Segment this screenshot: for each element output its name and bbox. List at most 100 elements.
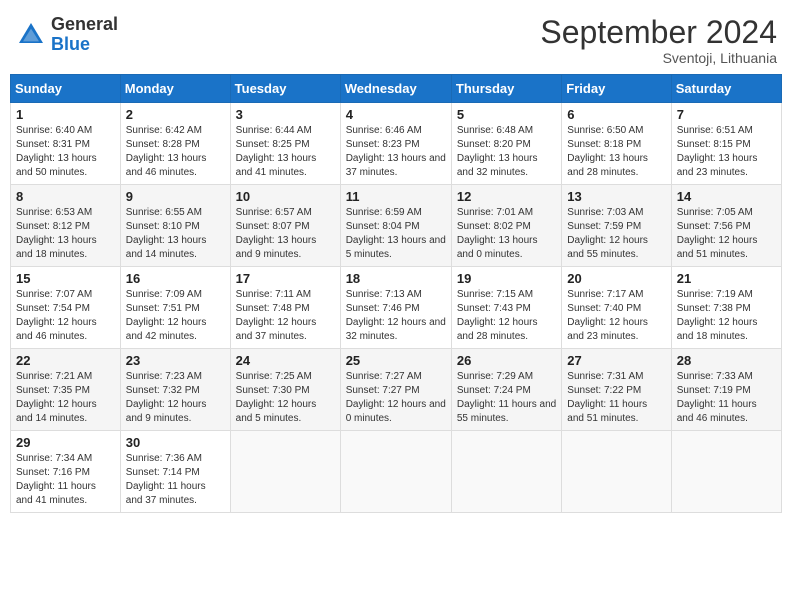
day-number: 11 bbox=[346, 189, 446, 204]
calendar-day-26: 26 Sunrise: 7:29 AMSunset: 7:24 PMDayligh… bbox=[451, 349, 561, 431]
day-info: Sunrise: 7:05 AMSunset: 7:56 PMDaylight:… bbox=[677, 206, 776, 262]
day-number: 30 bbox=[126, 435, 225, 450]
day-number: 13 bbox=[567, 189, 665, 204]
empty-cell bbox=[451, 431, 561, 513]
calendar-day-2: 2 Sunrise: 6:42 AMSunset: 8:28 PMDaylight… bbox=[120, 103, 230, 185]
day-info: Sunrise: 7:27 AMSunset: 7:27 PMDaylight:… bbox=[346, 370, 446, 426]
day-info: Sunrise: 6:44 AMSunset: 8:25 PMDaylight:… bbox=[236, 124, 335, 180]
day-info: Sunrise: 6:57 AMSunset: 8:07 PMDaylight:… bbox=[236, 206, 335, 262]
day-info: Sunrise: 7:29 AMSunset: 7:24 PMDaylight:… bbox=[457, 370, 556, 426]
header-tuesday: Tuesday bbox=[230, 75, 340, 103]
day-info: Sunrise: 6:59 AMSunset: 8:04 PMDaylight:… bbox=[346, 206, 446, 262]
page-header: General Blue September 2024 Sventoji, Li… bbox=[10, 10, 782, 66]
day-info: Sunrise: 7:13 AMSunset: 7:46 PMDaylight:… bbox=[346, 288, 446, 344]
day-info: Sunrise: 7:34 AMSunset: 7:16 PMDaylight:… bbox=[16, 452, 115, 508]
day-info: Sunrise: 7:19 AMSunset: 7:38 PMDaylight:… bbox=[677, 288, 776, 344]
day-number: 17 bbox=[236, 271, 335, 286]
day-info: Sunrise: 6:46 AMSunset: 8:23 PMDaylight:… bbox=[346, 124, 446, 180]
calendar-day-7: 7 Sunrise: 6:51 AMSunset: 8:15 PMDaylight… bbox=[671, 103, 781, 185]
day-number: 23 bbox=[126, 353, 225, 368]
day-number: 16 bbox=[126, 271, 225, 286]
calendar-day-19: 19Sunrise: 7:15 AMSunset: 7:43 PMDayligh… bbox=[451, 267, 561, 349]
day-info: Sunrise: 7:03 AMSunset: 7:59 PMDaylight:… bbox=[567, 206, 665, 262]
calendar-day-25: 25 Sunrise: 7:27 AMSunset: 7:27 PMDayligh… bbox=[340, 349, 451, 431]
calendar-week-1: 1 Sunrise: 6:40 AMSunset: 8:31 PMDaylight… bbox=[11, 103, 782, 185]
day-info: Sunrise: 6:51 AMSunset: 8:15 PMDaylight:… bbox=[677, 124, 776, 180]
day-number: 19 bbox=[457, 271, 556, 286]
day-number: 26 bbox=[457, 353, 556, 368]
empty-cell bbox=[562, 431, 671, 513]
day-number: 15 bbox=[16, 271, 115, 286]
day-number: 8 bbox=[16, 189, 115, 204]
calendar-day-22: 22 Sunrise: 7:21 AMSunset: 7:35 PMDayligh… bbox=[11, 349, 121, 431]
calendar-week-4: 22 Sunrise: 7:21 AMSunset: 7:35 PMDayligh… bbox=[11, 349, 782, 431]
day-info: Sunrise: 6:50 AMSunset: 8:18 PMDaylight:… bbox=[567, 124, 665, 180]
day-number: 20 bbox=[567, 271, 665, 286]
calendar-day-18: 18Sunrise: 7:13 AMSunset: 7:46 PMDayligh… bbox=[340, 267, 451, 349]
day-info: Sunrise: 6:40 AMSunset: 8:31 PMDaylight:… bbox=[16, 124, 115, 180]
day-number: 25 bbox=[346, 353, 446, 368]
day-info: Sunrise: 6:55 AMSunset: 8:10 PMDaylight:… bbox=[126, 206, 225, 262]
calendar-week-3: 15Sunrise: 7:07 AMSunset: 7:54 PMDayligh… bbox=[11, 267, 782, 349]
calendar-table: SundayMondayTuesdayWednesdayThursdayFrid… bbox=[10, 74, 782, 513]
day-info: Sunrise: 6:48 AMSunset: 8:20 PMDaylight:… bbox=[457, 124, 556, 180]
day-number: 28 bbox=[677, 353, 776, 368]
header-sunday: Sunday bbox=[11, 75, 121, 103]
calendar-day-6: 6 Sunrise: 6:50 AMSunset: 8:18 PMDaylight… bbox=[562, 103, 671, 185]
calendar-day-29: 29 Sunrise: 7:34 AMSunset: 7:16 PMDayligh… bbox=[11, 431, 121, 513]
day-number: 22 bbox=[16, 353, 115, 368]
day-number: 6 bbox=[567, 107, 665, 122]
logo: General Blue bbox=[15, 15, 118, 55]
calendar-day-30: 30 Sunrise: 7:36 AMSunset: 7:14 PMDayligh… bbox=[120, 431, 230, 513]
empty-cell bbox=[340, 431, 451, 513]
empty-cell bbox=[230, 431, 340, 513]
day-number: 24 bbox=[236, 353, 335, 368]
calendar-day-10: 10Sunrise: 6:57 AMSunset: 8:07 PMDayligh… bbox=[230, 185, 340, 267]
day-number: 27 bbox=[567, 353, 665, 368]
day-number: 14 bbox=[677, 189, 776, 204]
day-info: Sunrise: 7:21 AMSunset: 7:35 PMDaylight:… bbox=[16, 370, 115, 426]
calendar-week-5: 29 Sunrise: 7:34 AMSunset: 7:16 PMDayligh… bbox=[11, 431, 782, 513]
day-info: Sunrise: 7:17 AMSunset: 7:40 PMDaylight:… bbox=[567, 288, 665, 344]
day-number: 12 bbox=[457, 189, 556, 204]
header-thursday: Thursday bbox=[451, 75, 561, 103]
day-info: Sunrise: 7:25 AMSunset: 7:30 PMDaylight:… bbox=[236, 370, 335, 426]
calendar-day-17: 17Sunrise: 7:11 AMSunset: 7:48 PMDayligh… bbox=[230, 267, 340, 349]
location-subtitle: Sventoji, Lithuania bbox=[540, 50, 777, 66]
calendar-day-15: 15Sunrise: 7:07 AMSunset: 7:54 PMDayligh… bbox=[11, 267, 121, 349]
day-info: Sunrise: 7:31 AMSunset: 7:22 PMDaylight:… bbox=[567, 370, 665, 426]
header-wednesday: Wednesday bbox=[340, 75, 451, 103]
calendar-day-3: 3Sunrise: 6:44 AMSunset: 8:25 PMDaylight… bbox=[230, 103, 340, 185]
calendar-day-5: 5 Sunrise: 6:48 AMSunset: 8:20 PMDaylight… bbox=[451, 103, 561, 185]
day-number: 21 bbox=[677, 271, 776, 286]
day-info: Sunrise: 7:09 AMSunset: 7:51 PMDaylight:… bbox=[126, 288, 225, 344]
day-info: Sunrise: 7:33 AMSunset: 7:19 PMDaylight:… bbox=[677, 370, 776, 426]
calendar-day-23: 23 Sunrise: 7:23 AMSunset: 7:32 PMDayligh… bbox=[120, 349, 230, 431]
day-number: 4 bbox=[346, 107, 446, 122]
day-info: Sunrise: 7:23 AMSunset: 7:32 PMDaylight:… bbox=[126, 370, 225, 426]
month-title: September 2024 bbox=[540, 15, 777, 50]
calendar-day-24: 24 Sunrise: 7:25 AMSunset: 7:30 PMDayligh… bbox=[230, 349, 340, 431]
empty-cell bbox=[671, 431, 781, 513]
calendar-day-14: 14 Sunrise: 7:05 AMSunset: 7:56 PMDayligh… bbox=[671, 185, 781, 267]
day-number: 2 bbox=[126, 107, 225, 122]
calendar-day-8: 8 Sunrise: 6:53 AMSunset: 8:12 PMDaylight… bbox=[11, 185, 121, 267]
calendar-day-20: 20 Sunrise: 7:17 AMSunset: 7:40 PMDayligh… bbox=[562, 267, 671, 349]
header-friday: Friday bbox=[562, 75, 671, 103]
day-number: 29 bbox=[16, 435, 115, 450]
calendar-day-16: 16 Sunrise: 7:09 AMSunset: 7:51 PMDayligh… bbox=[120, 267, 230, 349]
calendar-day-1: 1 Sunrise: 6:40 AMSunset: 8:31 PMDaylight… bbox=[11, 103, 121, 185]
day-info: Sunrise: 7:36 AMSunset: 7:14 PMDaylight:… bbox=[126, 452, 225, 508]
logo-text: General Blue bbox=[51, 15, 118, 55]
day-number: 1 bbox=[16, 107, 115, 122]
day-number: 5 bbox=[457, 107, 556, 122]
calendar-day-12: 12Sunrise: 7:01 AMSunset: 8:02 PMDayligh… bbox=[451, 185, 561, 267]
day-info: Sunrise: 6:42 AMSunset: 8:28 PMDaylight:… bbox=[126, 124, 225, 180]
calendar-header-row: SundayMondayTuesdayWednesdayThursdayFrid… bbox=[11, 75, 782, 103]
logo-general: General bbox=[51, 15, 118, 35]
calendar-day-21: 21 Sunrise: 7:19 AMSunset: 7:38 PMDayligh… bbox=[671, 267, 781, 349]
logo-blue: Blue bbox=[51, 35, 118, 55]
day-info: Sunrise: 6:53 AMSunset: 8:12 PMDaylight:… bbox=[16, 206, 115, 262]
day-number: 7 bbox=[677, 107, 776, 122]
calendar-day-28: 28 Sunrise: 7:33 AMSunset: 7:19 PMDayligh… bbox=[671, 349, 781, 431]
